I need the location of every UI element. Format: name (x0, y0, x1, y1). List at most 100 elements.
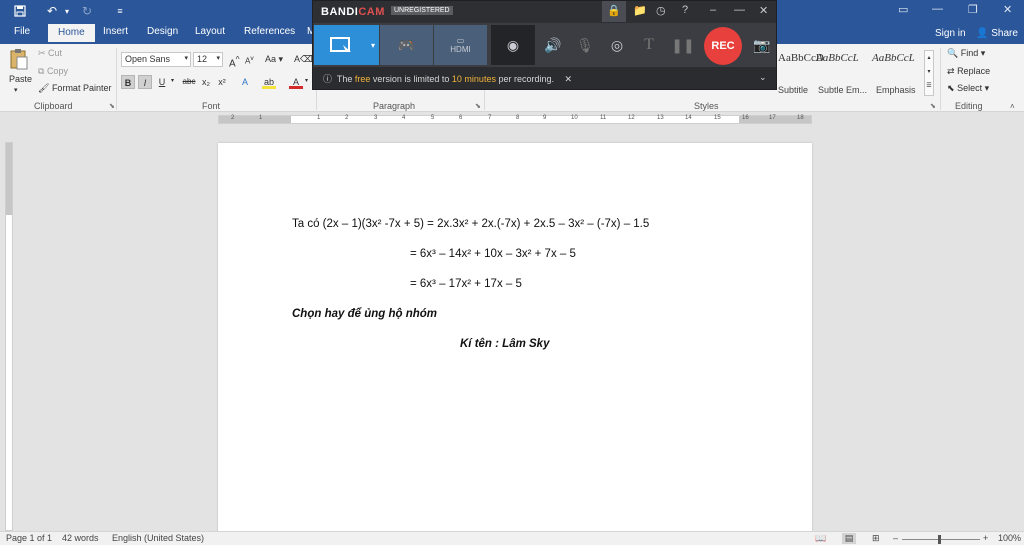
rec-button[interactable]: REC (704, 27, 742, 65)
italic-button[interactable]: I (138, 75, 152, 89)
top-margin-area (6, 143, 12, 215)
paragraph-launcher-icon[interactable]: ⬊ (475, 102, 481, 110)
restore-icon[interactable]: ❐ (968, 3, 978, 16)
font-size-combo[interactable]: 12 ▾ (193, 52, 223, 67)
bandicam-shrink-icon[interactable]: — (734, 4, 745, 16)
mouse-click-effect-icon[interactable]: ◎ (603, 25, 631, 65)
tab-insert[interactable]: Insert (103, 26, 128, 37)
clock-icon[interactable]: ◷ (656, 4, 666, 17)
bold-button[interactable]: B (121, 75, 135, 89)
clipboard-launcher-icon[interactable]: ⬊ (109, 102, 115, 110)
underline-button[interactable]: U (155, 75, 169, 89)
horizontal-ruler[interactable]: 2 1 1 2 3 4 5 6 7 8 9 10 11 12 13 14 15 … (218, 115, 812, 124)
shrink-font-button[interactable]: Av (245, 55, 254, 66)
bandicam-titlebar: BANDICAM UNREGISTERED 🔒 📁 ◷ ? – — ✕ (313, 1, 776, 23)
cut-button[interactable]: ✂ Cut (38, 48, 62, 59)
font-color-button[interactable]: A (289, 75, 303, 89)
styles-scroll[interactable]: ▴ ▾ ☰ (924, 50, 934, 96)
hdmi-mode-button[interactable]: ▭ HDMI (434, 25, 487, 65)
style-subtle-emphasis[interactable]: AaBbCcL Subtle Em... (816, 52, 868, 96)
ruler-number: 3 (374, 115, 378, 121)
help-icon[interactable]: ? (682, 4, 688, 16)
zoom-slider-track[interactable] (902, 539, 980, 540)
highlight-button[interactable]: ab (262, 75, 276, 89)
paste-dropdown-icon[interactable]: ▾ (14, 86, 18, 94)
superscript-button[interactable]: x² (215, 75, 229, 89)
paste-icon (10, 49, 28, 70)
gamepad-icon: 🎮 (397, 36, 416, 53)
collapse-ribbon-icon[interactable]: ˄ (1010, 102, 1015, 111)
grow-font-button[interactable]: A^ (229, 54, 240, 69)
undo-dropdown-icon[interactable]: ▾ (63, 3, 71, 19)
strikethrough-button[interactable]: abc (180, 75, 198, 89)
camera-icon[interactable]: 📷 (750, 25, 774, 65)
font-name-combo[interactable]: Open Sans ▾ (121, 52, 191, 67)
bandicam-close-icon[interactable]: ✕ (759, 4, 768, 17)
find-button[interactable]: 🔍 Find ▾ (947, 48, 985, 59)
change-case-button[interactable]: Aa ▾ (265, 54, 283, 65)
zoom-slider-thumb[interactable] (938, 535, 941, 544)
ruler-number: 2 (345, 115, 349, 121)
save-icon[interactable] (12, 3, 28, 19)
copy-button[interactable]: ⧉ Copy (38, 66, 68, 77)
clear-formatting-icon[interactable]: A⌫ (294, 54, 313, 65)
text-overlay-icon[interactable]: T (635, 25, 663, 65)
share-button[interactable]: 👤 Share (976, 28, 1018, 39)
game-mode-button[interactable]: 🎮 (380, 25, 433, 65)
paste-label[interactable]: Paste (9, 74, 32, 84)
replace-button[interactable]: ⇄ Replace (947, 66, 990, 77)
word-count[interactable]: 42 words (62, 533, 99, 543)
notice-expand-icon[interactable]: ⌄ (759, 72, 767, 83)
screen-rect-icon (329, 37, 351, 52)
underline-dropdown-icon[interactable]: ▾ (171, 77, 174, 84)
divider (116, 48, 117, 110)
notice-close-icon[interactable]: ✕ (565, 74, 573, 84)
webcam-button[interactable]: ◉ (491, 25, 535, 65)
zoom-level[interactable]: 100% (998, 533, 1021, 543)
close-icon[interactable]: ✕ (1003, 3, 1012, 16)
ruler-number: 9 (543, 115, 547, 121)
style-emphasis[interactable]: AaBbCcL Emphasis (872, 52, 922, 96)
ribbon-display-icon[interactable]: ▭ (898, 3, 908, 16)
microphone-icon[interactable]: 🎙 (571, 25, 599, 65)
font-color-dropdown-icon[interactable]: ▾ (305, 77, 308, 84)
document-page[interactable]: Ta có (2x – 1)(3x² -7x + 5) = 2x.3x² + 2… (218, 143, 812, 532)
folder-icon[interactable]: 📁 (633, 4, 647, 17)
record-mode-dropdown-icon[interactable]: ▾ (367, 25, 379, 65)
zoom-out-button[interactable]: – (893, 533, 898, 543)
tab-layout[interactable]: Layout (195, 26, 225, 37)
tab-home[interactable]: Home (48, 24, 95, 42)
magnifier-icon: 🔍 (947, 48, 959, 58)
read-mode-icon[interactable]: 📖 (815, 533, 826, 544)
lock-icon[interactable]: 🔒 (602, 1, 626, 22)
vertical-ruler[interactable] (5, 142, 13, 531)
divider (940, 48, 941, 110)
paste-button[interactable] (9, 48, 29, 72)
ruler-number: 14 (685, 115, 692, 121)
bandicam-minimize-icon[interactable]: – (710, 4, 716, 16)
zoom-in-button[interactable]: + (983, 533, 988, 543)
vertical-scrollbar[interactable] (1015, 128, 1024, 531)
print-layout-icon[interactable]: ▤ (842, 533, 856, 544)
select-button[interactable]: ⬉ Select ▾ (947, 83, 989, 94)
sign-in-link[interactable]: Sign in (935, 28, 966, 39)
tab-design[interactable]: Design (147, 26, 178, 37)
redo-icon[interactable]: ↻ (80, 3, 94, 19)
ruler-number: 10 (571, 115, 578, 121)
style-subtitle[interactable]: AaBbCcD Subtitle (778, 52, 824, 96)
subscript-button[interactable]: x₂ (199, 75, 213, 89)
format-painter-button[interactable]: 🖌 Format Painter (38, 83, 111, 94)
text-effects-button[interactable]: A (238, 75, 252, 89)
customize-quick-access-icon[interactable]: ≡ (114, 3, 126, 19)
pause-icon[interactable]: ❚❚ (669, 25, 697, 65)
tab-references[interactable]: References (244, 26, 295, 37)
styles-launcher-icon[interactable]: ⬊ (930, 102, 936, 110)
undo-icon[interactable]: ↶ (44, 3, 60, 19)
page-count[interactable]: Page 1 of 1 (6, 533, 52, 543)
screen-record-mode-button[interactable] (314, 25, 367, 65)
minimize-icon[interactable]: — (932, 3, 943, 15)
tab-file[interactable]: File (14, 26, 30, 37)
speaker-icon[interactable]: 🔊 (539, 25, 567, 65)
web-layout-icon[interactable]: ⊞ (872, 533, 880, 544)
language-indicator[interactable]: English (United States) (112, 533, 204, 543)
